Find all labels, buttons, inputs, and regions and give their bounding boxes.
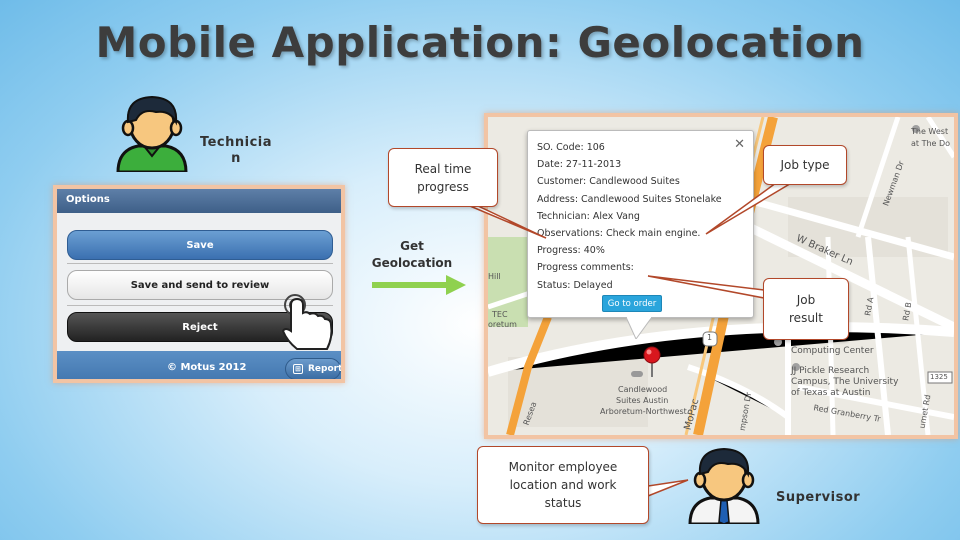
callout-real-time-progress: Real time progress [388,148,498,207]
supervisor-avatar-icon [688,447,760,524]
supervisor-label: Supervisor [776,490,861,505]
callout-monitor: Monitor employee location and work statu… [477,446,649,524]
callout-job-type: Job type [763,145,847,185]
callout-job-result: Job result [763,278,849,340]
